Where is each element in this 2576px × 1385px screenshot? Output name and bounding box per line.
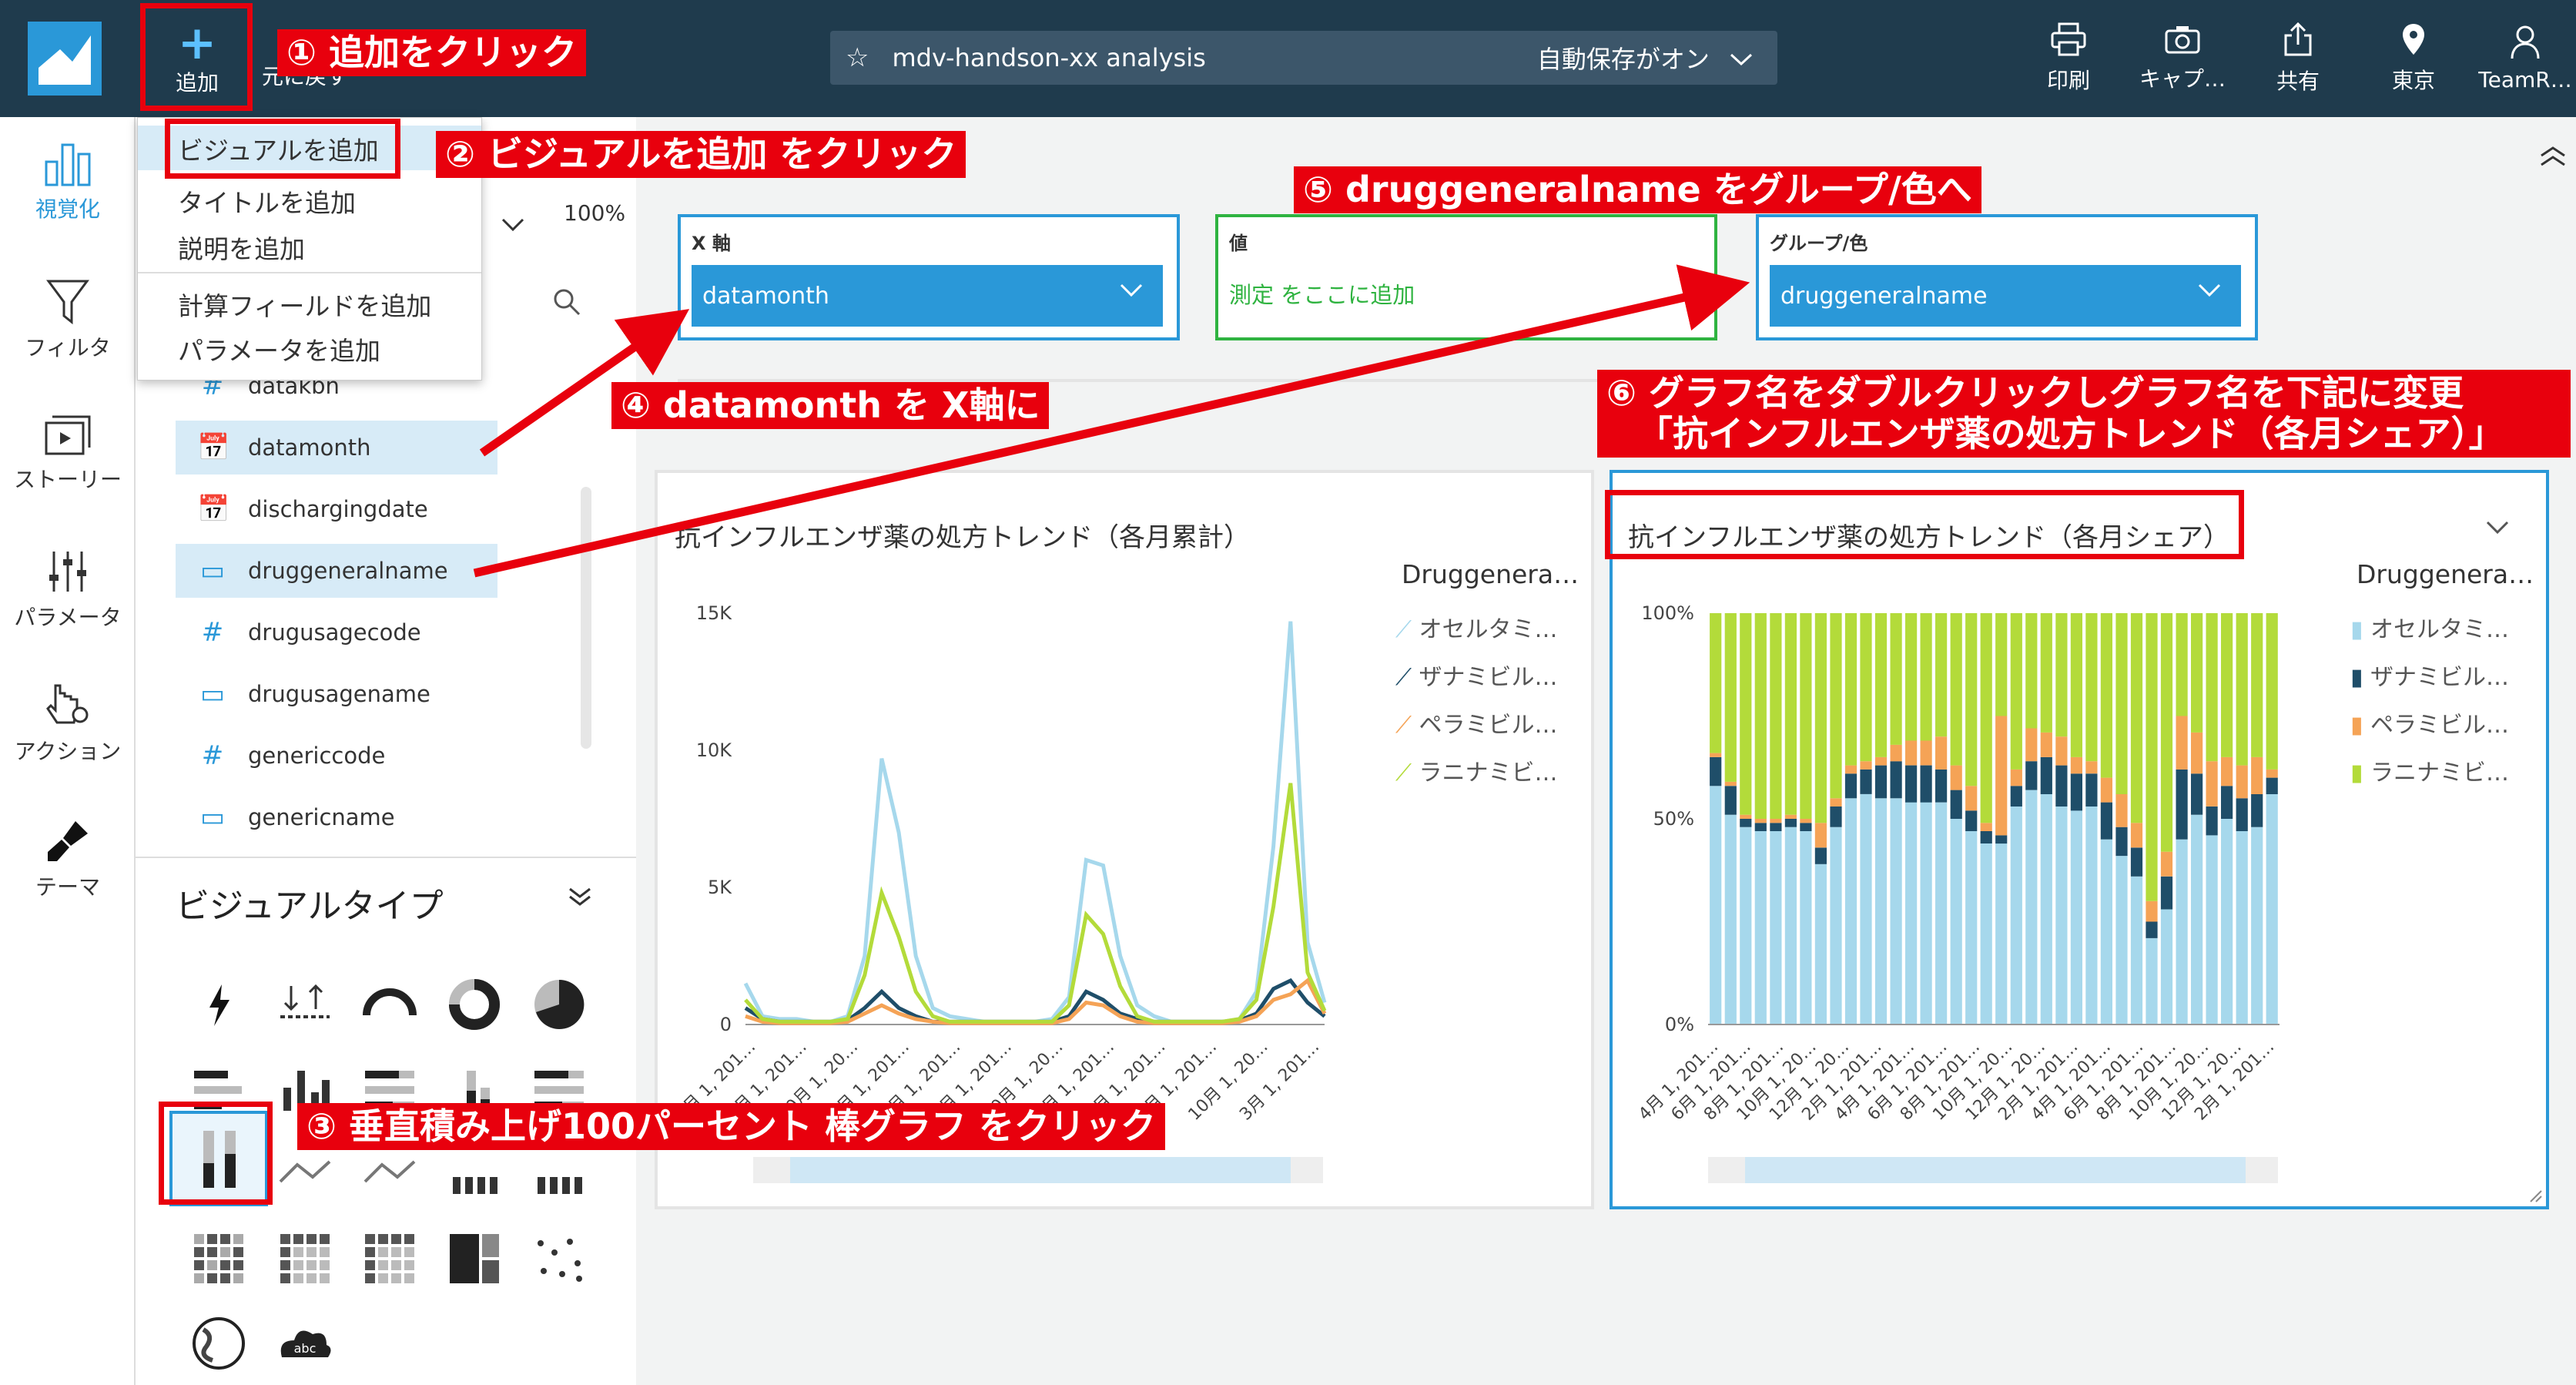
highlight-add-button [140,3,253,111]
annotation-arrows [473,264,1750,578]
annotation-step2: ② ビジュアルを追加 をクリック [436,131,966,178]
quicksight-editor: + 追加 元に戻す ☆ mdv-handson-xx analysis 自動保存… [0,0,2576,1385]
annotation-step6-line1: ⑥ グラフ名をダブルクリックしグラフ名を下記に変更 [1606,372,2464,414]
annotation-step1: ① 追加をクリック [277,29,586,76]
highlight-add-visual [165,119,400,179]
annotation-step4: ④ datamonth を X軸に [611,382,1050,429]
annotation-step3: ③ 垂直積み上げ100パーセント 棒グラフ をクリック [297,1103,1166,1150]
annotation-step6: ⑥ グラフ名をダブルクリックしグラフ名を下記に変更 「抗インフルエンザ薬の処方ト… [1597,370,2571,458]
annotation-step6-line2: 「抗インフルエンザ薬の処方トレンド（各月シェア）」 [1637,412,2504,454]
annotation-step5: ⑤ druggeneralname をグループ/色へ [1294,166,1981,213]
highlight-bar-chart-title [1605,490,2244,559]
highlight-stacked-bar-100 [159,1102,273,1205]
